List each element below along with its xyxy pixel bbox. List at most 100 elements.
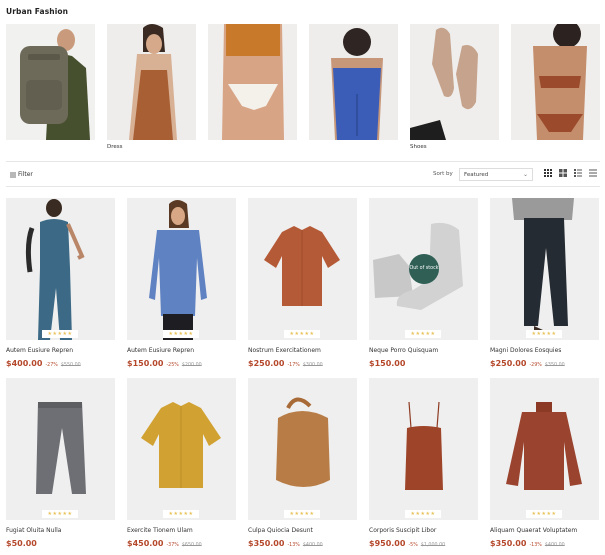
product-card[interactable]: ★★★★★ Aliquam Quaerat Voluptatem $350.00…	[490, 378, 599, 548]
product-name[interactable]: Culpa Quiocia Desunt	[248, 527, 357, 535]
product-image-rust-sweater[interactable]: ★★★★★	[490, 378, 599, 520]
product-card[interactable]: ★★★★★ Autem Eusiure Repren $150.00 -25% …	[127, 198, 236, 368]
category-label: Dress	[107, 144, 123, 150]
old-price: $1,000.00	[420, 543, 446, 548]
rating-stars: ★★★★★	[163, 510, 199, 518]
rating-stars: ★★★★★	[163, 330, 199, 338]
old-price: $650.00	[181, 543, 202, 548]
product-name[interactable]: Nostrum Exercitationem	[248, 347, 357, 355]
product-image-teal-jumpsuit[interactable]: ★★★★★	[6, 198, 115, 340]
rating-stars: ★★★★★	[42, 330, 78, 338]
price-row: $350.00 -13% $400.00	[490, 539, 599, 548]
product-card[interactable]: Out of stock ★★★★★ Neque Porro Quisquam …	[369, 198, 478, 368]
category-image-dress[interactable]	[107, 24, 196, 140]
product-image-rust-shirt[interactable]: ★★★★★	[248, 198, 357, 340]
old-price: $400.00	[544, 543, 565, 548]
product-card[interactable]: ★★★★★ Culpa Quiocia Desunt $350.00 -13% …	[248, 378, 357, 548]
product-image-dark-trousers[interactable]: ★★★★★	[490, 198, 599, 340]
product-card[interactable]: ★★★★★ Exercite Tionem Ulam $450.00 -37% …	[127, 378, 236, 548]
category-tile[interactable]	[511, 24, 600, 152]
category-image-blue-top[interactable]	[309, 24, 398, 140]
product-card[interactable]: ★★★★★ Magni Dolores Eosquies $250.00 -29…	[490, 198, 599, 368]
sort-select[interactable]: Featured ⌄	[459, 168, 533, 181]
product-price: $400.00	[6, 359, 43, 368]
category-label	[208, 144, 297, 152]
page-title: Urban Fashion	[6, 7, 69, 16]
grid-2-icon[interactable]	[559, 169, 567, 177]
category-image-shoes[interactable]	[410, 24, 499, 140]
rating-stars: ★★★★★	[284, 330, 320, 338]
sort-label: Sort by	[433, 171, 453, 177]
old-price: $350.00	[544, 363, 565, 368]
discount-badge: -37%	[166, 543, 179, 548]
product-price: $250.00	[490, 359, 527, 368]
product-name[interactable]: Autem Eusiure Repren	[127, 347, 236, 355]
sort-value: Featured	[464, 172, 489, 178]
discount-badge: -25%	[166, 363, 179, 368]
product-image-grey-trousers[interactable]: ★★★★★	[6, 378, 115, 520]
product-price: $250.00	[248, 359, 285, 368]
chevron-down-icon: ⌄	[522, 171, 528, 178]
discount-badge: -29%	[529, 363, 542, 368]
product-image-grey-boots[interactable]: Out of stock ★★★★★	[369, 198, 478, 340]
product-name[interactable]: Magni Dolores Eosquies	[490, 347, 599, 355]
product-image-rust-camisole[interactable]: ★★★★★	[369, 378, 478, 520]
category-tile[interactable]	[309, 24, 398, 152]
view-switcher	[544, 169, 597, 177]
grid-4-icon[interactable]	[544, 169, 552, 177]
product-name[interactable]: Corporis Suscipit Libor	[369, 527, 478, 535]
category-tile[interactable]: Shoes	[410, 24, 499, 152]
price-row: $150.00 -25% $200.00	[127, 359, 236, 368]
category-label: Shoes	[410, 144, 427, 150]
rating-stars: ★★★★★	[526, 330, 562, 338]
discount-badge: -13%	[287, 543, 300, 548]
old-price: $550.00	[60, 363, 81, 368]
category-label	[309, 144, 398, 152]
category-tile[interactable]	[208, 24, 297, 152]
product-name[interactable]: Exercite Tionem Ulam	[127, 527, 236, 535]
product-name[interactable]: Fugiat Oluita Nulla	[6, 527, 115, 535]
list-icon[interactable]	[574, 169, 582, 177]
filter-label: Filter	[18, 171, 33, 178]
rating-stars: ★★★★★	[284, 510, 320, 518]
old-price: $200.00	[181, 363, 202, 368]
filter-toolbar: Filter Sort by Featured ⌄	[6, 161, 600, 187]
product-image-tan-bag[interactable]: ★★★★★	[248, 378, 357, 520]
category-tile[interactable]	[6, 24, 95, 152]
product-price: $50.00	[6, 539, 37, 548]
discount-badge: -17%	[287, 363, 300, 368]
price-row: $250.00 -17% $300.00	[248, 359, 357, 368]
product-card[interactable]: ★★★★★ Nostrum Exercitationem $250.00 -17…	[248, 198, 357, 368]
rating-stars: ★★★★★	[405, 510, 441, 518]
product-name[interactable]: Neque Porro Quisquam	[369, 347, 478, 355]
old-price: $400.00	[302, 543, 323, 548]
category-tile[interactable]: Dress	[107, 24, 196, 152]
price-row: $50.00	[6, 539, 115, 548]
product-name[interactable]: Aliquam Quaerat Voluptatem	[490, 527, 599, 535]
category-strip: Dress Shoes	[6, 24, 600, 152]
category-image-swimsuit[interactable]	[511, 24, 600, 140]
out-of-stock-badge: Out of stock	[409, 254, 439, 284]
product-card[interactable]: ★★★★★ Fugiat Oluita Nulla $50.00	[6, 378, 115, 548]
discount-badge: -5%	[408, 543, 418, 548]
price-row: $150.00	[369, 359, 478, 368]
product-price: $950.00	[369, 539, 406, 548]
product-card[interactable]: ★★★★★ Autem Eusiure Repren $400.00 -27% …	[6, 198, 115, 368]
price-row: $950.00 -5% $1,000.00	[369, 539, 478, 548]
category-image-bikini[interactable]	[208, 24, 297, 140]
product-image-mustard-shirt[interactable]: ★★★★★	[127, 378, 236, 520]
list-compact-icon[interactable]	[589, 169, 597, 177]
rating-stars: ★★★★★	[405, 330, 441, 338]
product-card[interactable]: ★★★★★ Corporis Suscipit Libor $950.00 -5…	[369, 378, 478, 548]
price-row: $250.00 -29% $350.00	[490, 359, 599, 368]
category-image-backpack[interactable]	[6, 24, 95, 140]
filter-button[interactable]: Filter	[10, 171, 33, 178]
rating-stars: ★★★★★	[42, 510, 78, 518]
old-price: $300.00	[302, 363, 323, 368]
price-row: $450.00 -37% $650.00	[127, 539, 236, 548]
product-image-blue-shirt[interactable]: ★★★★★	[127, 198, 236, 340]
product-price: $150.00	[369, 359, 406, 368]
product-price: $450.00	[127, 539, 164, 548]
price-row: $350.00 -13% $400.00	[248, 539, 357, 548]
product-name[interactable]: Autem Eusiure Repren	[6, 347, 115, 355]
